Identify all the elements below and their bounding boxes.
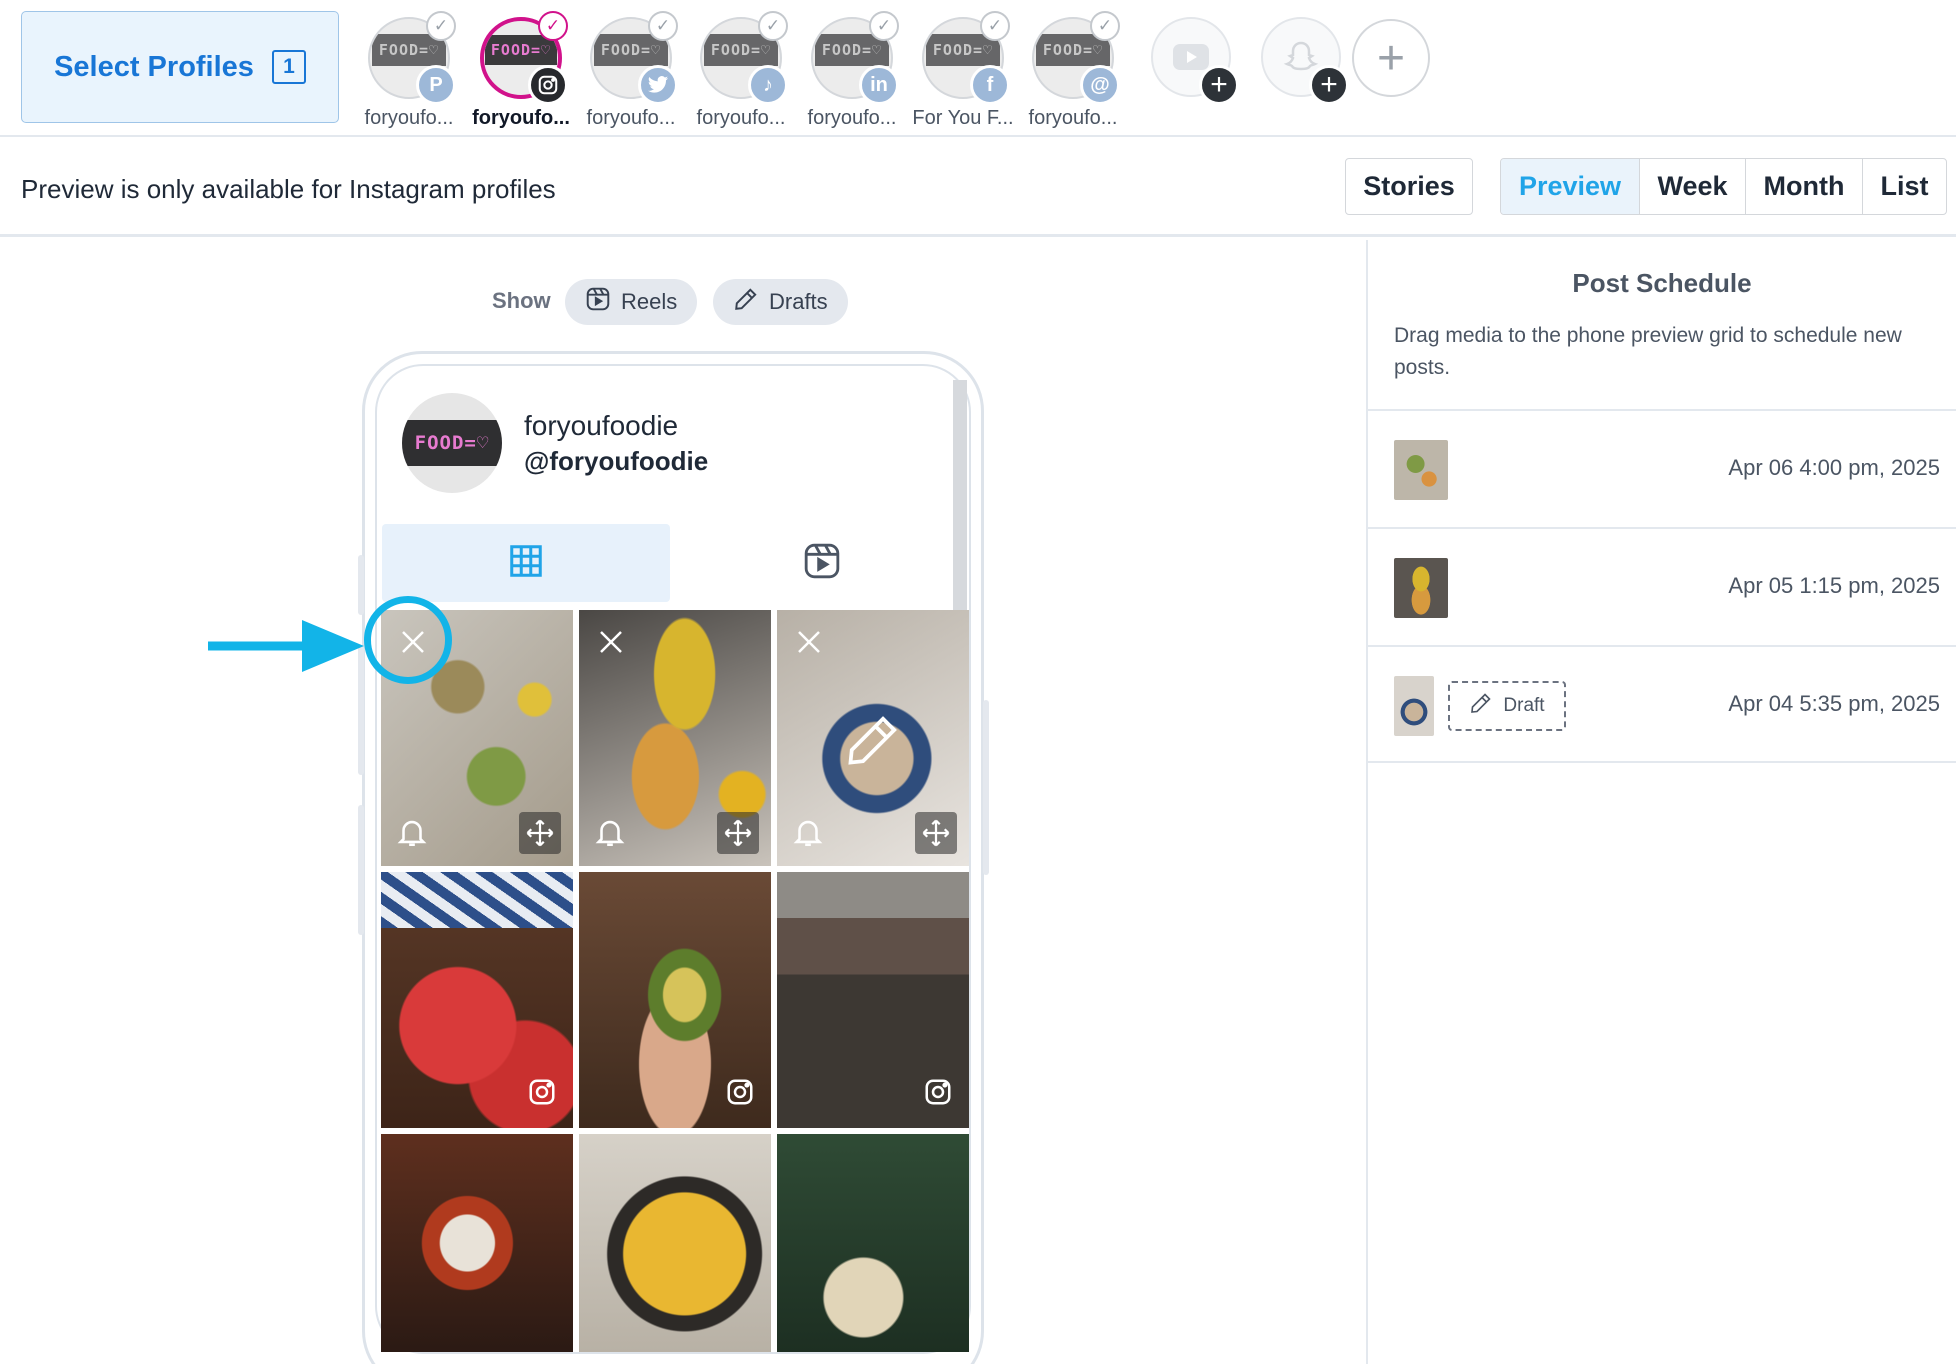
tab-week[interactable]: Week (1639, 159, 1745, 214)
profile-name: foryoufo... (472, 107, 570, 129)
connect-youtube-button[interactable]: + (1136, 17, 1248, 105)
profile-pinterest[interactable]: FOOD=♡ ✓ P foryoufo... (353, 11, 465, 130)
post-thumbnail (1394, 676, 1434, 736)
schedule-date: Apr 05 1:15 pm, 2025 (1728, 573, 1940, 598)
selected-count-badge: 1 (271, 50, 306, 84)
draft-post-tile[interactable] (777, 610, 969, 866)
threads-icon: @ (1080, 65, 1120, 105)
published-post-tile[interactable] (381, 872, 573, 1128)
post-thumbnail (1394, 558, 1448, 618)
tab-month[interactable]: Month (1745, 159, 1862, 214)
schedule-date: Apr 06 4:00 pm, 2025 (1728, 455, 1940, 480)
instagram-display-name: foryoufoodie (524, 410, 679, 441)
instagram-icon (528, 65, 568, 105)
profile-name: foryoufo... (807, 107, 897, 129)
draft-pencil-icon (843, 710, 903, 775)
phone-side-button (983, 700, 989, 875)
post-schedule-title: Post Schedule (1572, 268, 1752, 298)
bell-icon[interactable] (791, 815, 825, 854)
published-post-tile[interactable] (381, 1134, 573, 1352)
check-icon: ✓ (758, 11, 788, 41)
published-post-tile[interactable] (777, 872, 969, 1128)
plus-icon: + (1199, 65, 1239, 105)
check-icon: ✓ (869, 11, 899, 41)
reels-filter-label: Reels (621, 289, 678, 314)
published-post-tile[interactable] (579, 1134, 771, 1352)
preview-notice: Preview is only available for Instagram … (21, 174, 556, 204)
arrow-annotation-icon (206, 616, 366, 681)
view-toolbar: Preview is only available for Instagram … (0, 138, 1956, 237)
post-thumbnail (1394, 440, 1448, 500)
profile-threads[interactable]: FOOD=♡ ✓ @ foryoufo... (1017, 11, 1129, 130)
schedule-item[interactable]: Draft Apr 04 5:35 pm, 2025 (1368, 645, 1956, 763)
post-schedule-description: Drag media to the phone preview grid to … (1394, 324, 1902, 379)
reels-filter-button[interactable]: Reels (565, 279, 698, 325)
schedule-date: Apr 04 5:35 pm, 2025 (1728, 691, 1940, 716)
phone-side-button (358, 555, 364, 615)
phone-side-button (358, 805, 364, 935)
pinterest-icon: P (416, 65, 456, 105)
profile-name: foryoufo... (364, 107, 454, 129)
published-post-tile[interactable] (777, 1134, 969, 1352)
instagram-icon (725, 1077, 755, 1112)
profile-twitter[interactable]: FOOD=♡ ✓ foryoufo... (575, 11, 687, 130)
profile-name: foryoufo... (696, 107, 786, 129)
scheduled-post-tile[interactable] (579, 610, 771, 866)
tiktok-icon: ♪ (748, 65, 788, 105)
published-post-tile[interactable] (579, 872, 771, 1128)
profile-facebook[interactable]: FOOD=♡ ✓ f For You F... (907, 11, 1019, 130)
tab-list[interactable]: List (1862, 159, 1946, 214)
schedule-item[interactable]: Apr 06 4:00 pm, 2025 (1368, 409, 1956, 527)
reels-icon (585, 286, 611, 318)
draft-badge: Draft (1448, 681, 1566, 731)
grid-tab[interactable] (382, 524, 670, 602)
drag-handle-icon[interactable] (717, 812, 759, 854)
select-profiles-button[interactable]: Select Profiles 1 (21, 11, 339, 123)
draft-label: Draft (1503, 695, 1545, 716)
view-switcher: Preview Week Month List (1500, 158, 1947, 215)
drafts-filter-label: Drafts (769, 289, 828, 314)
facebook-icon: f (970, 65, 1010, 105)
instagram-icon (527, 1077, 557, 1112)
bell-icon[interactable] (593, 815, 627, 854)
plus-icon: + (1309, 65, 1349, 105)
twitter-icon (638, 65, 678, 105)
show-label: Show (492, 288, 551, 313)
profile-name: foryoufo... (586, 107, 676, 129)
check-icon: ✓ (648, 11, 678, 41)
profile-instagram[interactable]: FOOD=♡ ✓ foryoufo... (465, 11, 577, 130)
pencil-icon (1469, 691, 1493, 721)
close-icon[interactable] (593, 624, 629, 660)
stories-button[interactable]: Stories (1345, 158, 1473, 215)
drag-handle-icon[interactable] (915, 812, 957, 854)
drag-handle-icon[interactable] (519, 812, 561, 854)
reels-icon (802, 541, 842, 586)
instagram-profile-avatar: FOOD=♡ (402, 393, 502, 493)
profile-name: foryoufo... (1028, 107, 1118, 129)
profile-tiktok[interactable]: FOOD=♡ ✓ ♪ foryoufo... (685, 11, 797, 130)
reels-tab[interactable] (678, 524, 966, 602)
check-icon: ✓ (1090, 11, 1120, 41)
instagram-handle: @foryoufoodie (524, 446, 709, 476)
select-profiles-label: Select Profiles (54, 50, 254, 83)
tab-preview[interactable]: Preview (1501, 159, 1639, 214)
bell-icon[interactable] (395, 815, 429, 854)
profile-name: For You F... (912, 107, 1014, 129)
connect-snapchat-button[interactable]: + (1246, 17, 1358, 105)
add-profile-button[interactable]: + (1352, 19, 1430, 97)
check-icon: ✓ (538, 11, 568, 41)
close-icon[interactable] (791, 624, 827, 660)
linkedin-icon: in (859, 65, 899, 105)
instagram-icon (923, 1077, 953, 1112)
highlight-circle-annotation (364, 596, 452, 684)
pencil-icon (733, 286, 759, 318)
profile-linkedin[interactable]: FOOD=♡ ✓ in foryoufo... (796, 11, 908, 130)
profile-bar: Select Profiles 1 FOOD=♡ ✓ P foryoufo...… (0, 0, 1956, 137)
drafts-filter-button[interactable]: Drafts (713, 279, 848, 325)
schedule-item[interactable]: Apr 05 1:15 pm, 2025 (1368, 527, 1956, 645)
check-icon: ✓ (426, 11, 456, 41)
check-icon: ✓ (980, 11, 1010, 41)
grid-icon (507, 542, 545, 585)
